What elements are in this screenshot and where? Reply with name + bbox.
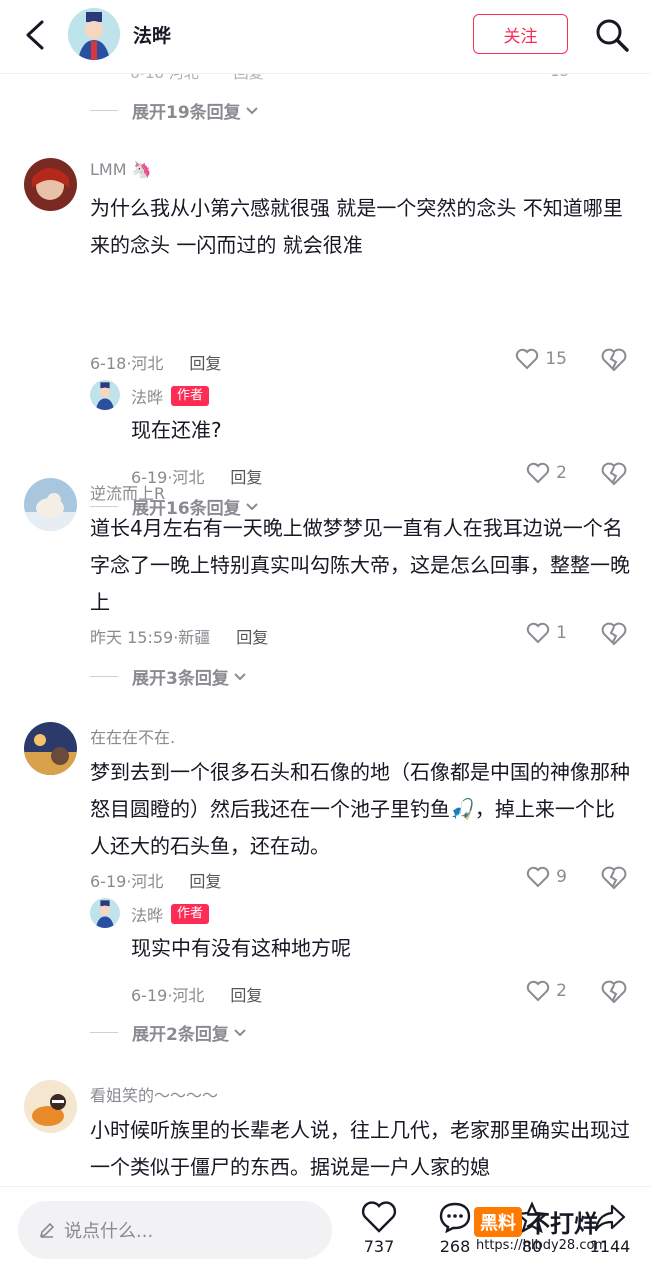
- like-button[interactable]: 1: [526, 622, 567, 644]
- comment-text: 梦到去到一个很多石头和石像的地（石像都是中国的神像那种怒目圆瞪的）然后我还在一个…: [90, 760, 630, 858]
- back-arrow-icon[interactable]: [20, 18, 50, 52]
- commenter-name[interactable]: 看姐笑的～～～～: [90, 1082, 218, 1106]
- follow-button[interactable]: 关注: [473, 14, 568, 54]
- reply-time-location: 6-19·河北: [131, 986, 205, 1005]
- expand-replies[interactable]: 展开19条回复: [90, 98, 258, 123]
- reply-button[interactable]: 回复: [230, 464, 262, 488]
- comment-placeholder: 说点什么...: [64, 1221, 154, 1242]
- like-count: 1: [556, 623, 567, 643]
- commenter-avatar[interactable]: [24, 722, 77, 775]
- commenter-avatar[interactable]: [24, 478, 77, 531]
- watermark-text: 不打烊: [526, 1210, 598, 1238]
- search-icon[interactable]: [594, 17, 630, 53]
- comment-time-location: 6-19·河北: [90, 872, 164, 891]
- chevron-down-icon: [234, 1028, 246, 1036]
- comment-meta: 昨天 15:59·新疆 回复: [90, 624, 268, 648]
- heart-icon: [361, 1201, 397, 1233]
- dislike-icon[interactable]: [601, 622, 627, 646]
- like-action[interactable]: 737: [349, 1201, 409, 1256]
- dislike-icon[interactable]: [601, 462, 627, 486]
- reply-author-name: 法晔: [131, 906, 164, 925]
- like-count: 9: [556, 867, 567, 887]
- chevron-down-icon: [245, 106, 258, 114]
- comment-time-location: 昨天 15:59·新疆: [90, 628, 211, 647]
- comment-text: 小时候听族里的长辈老人说，往上几代，老家那里确实出现过一个类似于僵尸的东西。据说…: [90, 1118, 630, 1179]
- like-button[interactable]: 2: [526, 462, 567, 484]
- commenter-name[interactable]: 逆流而上R: [90, 480, 165, 504]
- comment-meta: 6-19·河北 回复: [90, 868, 221, 892]
- commenter-avatar[interactable]: [24, 1080, 77, 1133]
- commenter-avatar[interactable]: [24, 158, 77, 211]
- like-button[interactable]: 2: [526, 980, 567, 1002]
- author-avatar[interactable]: [68, 8, 120, 60]
- commenter-name[interactable]: LMM 🦄: [90, 160, 152, 179]
- reply-button[interactable]: 回复: [189, 350, 221, 374]
- dislike-icon[interactable]: [601, 866, 627, 890]
- expand-replies[interactable]: 展开2条回复: [90, 1020, 246, 1045]
- comment-text: 为什么我从小第六感就很强 就是一个突然的念头 不知道哪里来的念头 一闪而过的 就…: [90, 196, 623, 257]
- like-count: 2: [556, 981, 567, 1001]
- comment-list[interactable]: 6-18·河北 回复 13 展开19条回复 LMM 🦄 为什么我从小第六感就很强…: [0, 74, 651, 1186]
- heart-icon: [526, 462, 550, 484]
- comment-input[interactable]: 说点什么...: [18, 1201, 332, 1259]
- author-tag: 作者: [171, 386, 210, 406]
- comment-meta: 6-18·河北 回复: [90, 350, 221, 374]
- partial-meta: 6-18·河北: [130, 74, 199, 82]
- like-button[interactable]: 15: [515, 348, 567, 370]
- reply-text: 现在还准?: [131, 418, 222, 442]
- top-bar: 法晔 关注: [0, 0, 651, 74]
- reply-author[interactable]: 法晔 作者: [131, 902, 210, 926]
- pencil-icon: [39, 1222, 55, 1238]
- comment-icon: [439, 1202, 471, 1233]
- partial-reply: 回复: [234, 74, 264, 82]
- reply-avatar[interactable]: [90, 898, 120, 928]
- heart-icon: [526, 866, 550, 888]
- comment-time-location: 6-18·河北: [90, 354, 164, 373]
- expand-label: 展开19条回复: [132, 103, 241, 123]
- like-total: 737: [363, 1237, 395, 1256]
- reply-author[interactable]: 法晔 作者: [131, 384, 210, 408]
- watermark: 黑料 不打烊: [474, 1204, 598, 1239]
- reply-meta: 6-19·河北 回复: [131, 982, 262, 1006]
- commenter-name[interactable]: 在在在不在.: [90, 724, 175, 748]
- expand-label: 展开3条回复: [132, 669, 229, 689]
- watermark-url: https://hlbdy28.com: [476, 1238, 608, 1253]
- dislike-icon[interactable]: [601, 980, 627, 1004]
- author-name[interactable]: 法晔: [133, 21, 171, 48]
- heart-icon: [516, 348, 539, 370]
- reply-button[interactable]: 回复: [189, 868, 221, 892]
- reply-avatar[interactable]: [90, 380, 120, 410]
- partial-likes: 13: [550, 74, 569, 80]
- dislike-icon[interactable]: [601, 348, 627, 372]
- reply-button[interactable]: 回复: [236, 624, 268, 648]
- comment-text: 道长4月左右有一天晚上做梦梦见一直有人在我耳边说一个名字念了一晚上特别真实叫勾陈…: [90, 516, 630, 614]
- reply-author-name: 法晔: [131, 388, 164, 407]
- reply-button[interactable]: 回复: [230, 982, 262, 1006]
- author-tag: 作者: [171, 904, 210, 924]
- like-button[interactable]: 9: [526, 866, 567, 888]
- comment-total: 268: [439, 1237, 471, 1256]
- expand-replies[interactable]: 展开3条回复: [90, 664, 246, 689]
- watermark-box: 黑料: [474, 1206, 522, 1237]
- heart-icon: [526, 980, 550, 1002]
- heart-icon: [526, 622, 550, 644]
- reply-text: 现实中有没有这种地方呢: [131, 936, 351, 960]
- expand-label: 展开2条回复: [132, 1025, 229, 1045]
- like-count: 2: [556, 463, 567, 483]
- partial-comment-row: 6-18·河北 回复 13: [130, 74, 640, 82]
- like-count: 15: [545, 349, 567, 369]
- chevron-down-icon: [234, 672, 246, 680]
